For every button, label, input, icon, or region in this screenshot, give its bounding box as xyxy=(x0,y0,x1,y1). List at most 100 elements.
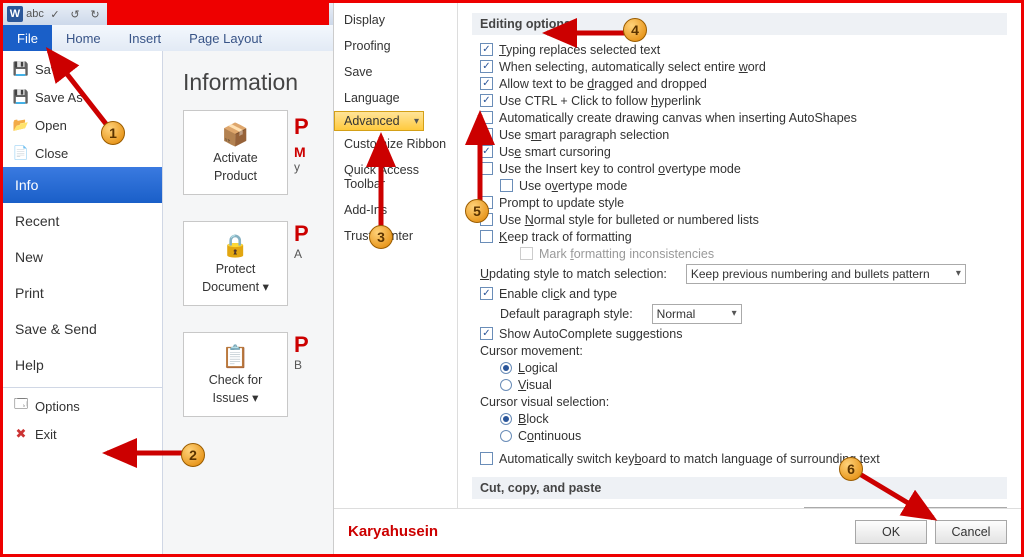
opt-label: Use CTRL + Click to follow hyperlink xyxy=(499,94,701,108)
annotation-badge: 5 xyxy=(465,199,489,223)
opt-label: Cursor visual selection: xyxy=(480,395,609,409)
word-icon: W xyxy=(7,6,23,22)
qat-redo[interactable]: ↻ xyxy=(87,6,103,22)
menu-recent[interactable]: Recent xyxy=(3,203,162,239)
tile-check[interactable]: 📋 Check for Issues ▾ xyxy=(183,332,288,417)
qat-undo[interactable]: ↺ xyxy=(67,6,83,22)
annotation-badge: 6 xyxy=(839,457,863,481)
opt-label: Enable click and type xyxy=(499,287,617,301)
key-icon: 📦 xyxy=(222,122,249,148)
cat-addins[interactable]: Add-Ins xyxy=(334,197,457,223)
save-as-icon: 💾 xyxy=(13,89,29,105)
menu-options[interactable]: 🗔 Options xyxy=(3,392,162,420)
clipped-heading: P xyxy=(294,332,309,357)
tab-page-layout[interactable]: Page Layout xyxy=(175,25,276,51)
clipped-text: y xyxy=(294,160,309,174)
opt-label: Show AutoComplete suggestions xyxy=(499,327,682,341)
clipped-heading: P xyxy=(294,114,309,140)
radio[interactable] xyxy=(500,362,512,374)
tile-activate[interactable]: 📦 Activate Product xyxy=(183,110,288,195)
radio[interactable] xyxy=(500,379,512,391)
select-updating-style[interactable]: Keep previous numbering and bullets patt… xyxy=(686,264,966,284)
annotation-badge: 2 xyxy=(181,443,205,467)
opt-label: Use overtype mode xyxy=(519,179,627,193)
tile-protect[interactable]: 🔒 Protect Document ▾ xyxy=(183,221,288,306)
redacted-title xyxy=(107,3,329,25)
menu-label: Save & Send xyxy=(15,321,97,337)
menu-label: Help xyxy=(15,357,44,373)
menu-new[interactable]: New xyxy=(3,239,162,275)
annotation-badge: 4 xyxy=(623,18,647,42)
checkbox[interactable] xyxy=(480,77,493,90)
checkbox[interactable] xyxy=(480,452,493,465)
menu-label: New xyxy=(15,249,43,265)
tile-label: Document ▾ xyxy=(202,280,269,294)
checkbox[interactable] xyxy=(480,230,493,243)
checklist-icon: 📋 xyxy=(222,344,249,370)
opt-label: Updating style to match selection: xyxy=(480,267,667,281)
opt-label: Default paragraph style: xyxy=(500,307,633,321)
checkbox[interactable] xyxy=(500,179,513,192)
menu-label: Close xyxy=(35,146,68,161)
page-title: Information xyxy=(183,69,323,96)
checkbox xyxy=(520,247,533,260)
exit-icon: ✖ xyxy=(13,426,29,442)
options-icon: 🗔 xyxy=(13,398,29,414)
opt-label: Use Normal style for bulleted or numbere… xyxy=(499,213,759,227)
options-categories: Display Proofing Save Language Advanced … xyxy=(334,3,458,508)
menu-label: Info xyxy=(15,177,38,193)
menu-help[interactable]: Help xyxy=(3,347,162,383)
open-icon: 📂 xyxy=(13,117,29,133)
lock-icon: 🔒 xyxy=(222,233,249,259)
menu-label: Print xyxy=(15,285,44,301)
menu-save-send[interactable]: Save & Send xyxy=(3,311,162,347)
opt-label: Prompt to update style xyxy=(499,196,624,210)
select-paragraph-style[interactable]: Normal xyxy=(652,304,742,324)
clipped-text: A xyxy=(294,247,302,261)
cat-language[interactable]: Language xyxy=(334,85,457,111)
checkbox[interactable] xyxy=(480,287,493,300)
radio[interactable] xyxy=(500,413,512,425)
cat-trust[interactable]: Trust Center xyxy=(334,223,457,249)
opt-label: Automatically switch keyboard to match l… xyxy=(499,452,880,466)
menu-label: Exit xyxy=(35,427,57,442)
cat-customize-ribbon[interactable]: Customize Ribbon xyxy=(334,131,457,157)
options-panel[interactable]: Editing options Typing replaces selected… xyxy=(458,3,1021,508)
cancel-button[interactable]: Cancel xyxy=(935,520,1007,544)
opt-label: Cursor movement: xyxy=(480,344,583,358)
checkbox[interactable] xyxy=(480,43,493,56)
close-icon: 📄 xyxy=(13,145,29,161)
checkbox[interactable] xyxy=(480,94,493,107)
opt-label: Use the Insert key to control overtype m… xyxy=(499,162,741,176)
menu-label: Options xyxy=(35,399,80,414)
menu-info[interactable]: Info xyxy=(3,167,162,203)
cat-quick-access[interactable]: Quick Access Toolbar xyxy=(334,157,457,197)
qat-save[interactable]: ✓ xyxy=(47,6,63,22)
checkbox[interactable] xyxy=(480,327,493,340)
opt-label: Use smart cursoring xyxy=(499,145,611,159)
clipped-text: M xyxy=(294,144,309,160)
checkbox[interactable] xyxy=(480,60,493,73)
cat-display[interactable]: Display xyxy=(334,7,457,33)
cat-advanced[interactable]: Advanced xyxy=(334,111,424,131)
radio[interactable] xyxy=(500,430,512,442)
quick-access-toolbar: W abc ✓ ↺ ↻ xyxy=(3,3,333,25)
clipped-heading: P xyxy=(294,221,309,246)
opt-label: Continuous xyxy=(518,429,581,443)
cat-proofing[interactable]: Proofing xyxy=(334,33,457,59)
opt-label: When selecting, automatically select ent… xyxy=(499,60,766,74)
menu-close[interactable]: 📄 Close xyxy=(3,139,162,167)
backstage-content: Information 📦 Activate Product P M y xyxy=(163,51,333,554)
tile-label: Activate xyxy=(213,151,257,165)
tile-label: Check for xyxy=(209,373,263,387)
menu-label: Recent xyxy=(15,213,59,229)
qat-spellcheck[interactable]: abc xyxy=(27,6,43,22)
tile-label: Issues ▾ xyxy=(213,391,259,405)
save-icon: 💾 xyxy=(13,61,29,77)
cat-save[interactable]: Save xyxy=(334,59,457,85)
menu-print[interactable]: Print xyxy=(3,275,162,311)
opt-label: Automatically create drawing canvas when… xyxy=(499,111,857,125)
clipped-text: B xyxy=(294,358,302,372)
tile-label: Product xyxy=(214,169,257,183)
opt-label: Logical xyxy=(518,361,558,375)
